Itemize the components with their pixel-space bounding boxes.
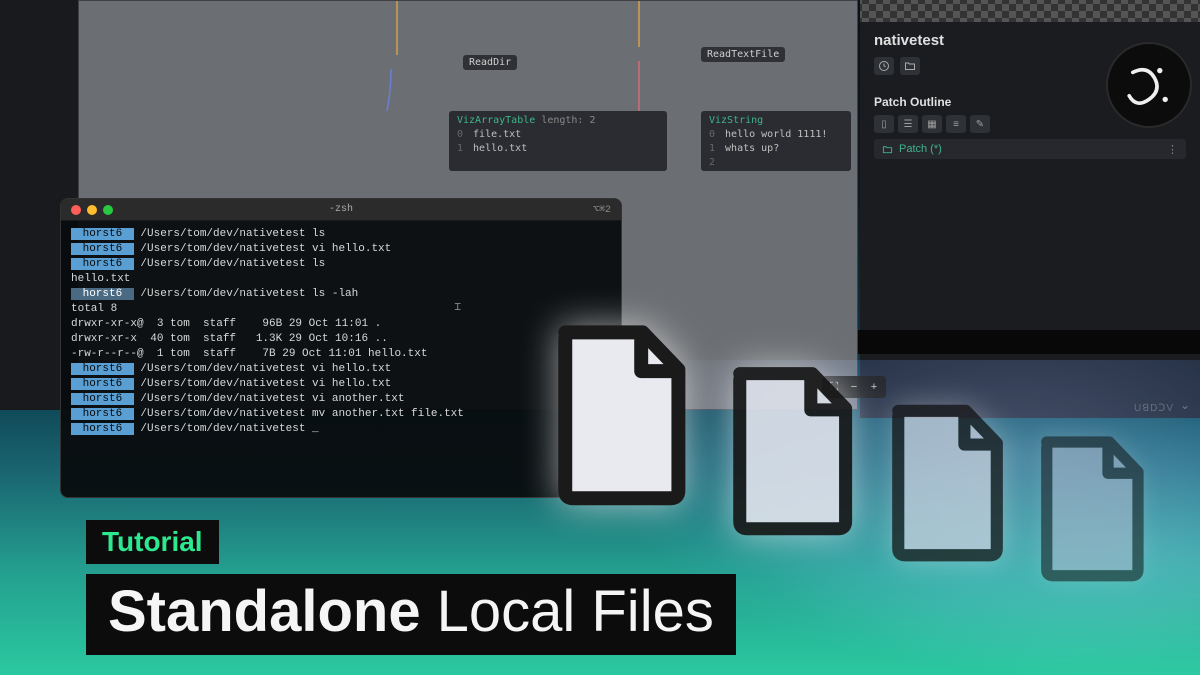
terminal-shortcut: ⌥⌘2 [593, 204, 611, 216]
host-tag: horst6 [71, 363, 134, 375]
outline-grid-icon[interactable]: ▦ [922, 115, 942, 133]
terminal-line: horst6 /Users/tom/dev/nativetest vi hell… [71, 377, 611, 392]
host-tag: horst6 [71, 393, 134, 405]
text-cursor-icon: ⌶ [454, 301, 461, 316]
folder-icon [882, 144, 893, 155]
terminal-line: horst6 /Users/tom/dev/nativetest _ [71, 422, 611, 437]
terminal-line: horst6 /Users/tom/dev/nativetest vi anot… [71, 392, 611, 407]
row-idx: 0 [709, 129, 715, 140]
terminal-body[interactable]: ⌶ horst6 /Users/tom/dev/nativetest ls ho… [61, 221, 621, 443]
title-bold: Standalone [108, 578, 421, 645]
app-logo [1106, 42, 1192, 128]
terminal-line: total 8 [71, 302, 611, 317]
host-tag: horst6 [71, 378, 134, 390]
file-icon [542, 320, 697, 506]
more-icon[interactable]: ⋮ [1167, 143, 1178, 156]
patch-label: Patch (*) [899, 143, 942, 155]
history-icon[interactable] [874, 57, 894, 75]
outline-edit-icon[interactable]: ✎ [970, 115, 990, 133]
row-idx: 2 [709, 157, 715, 168]
host-tag: horst6 [71, 243, 134, 255]
command-text: /Users/tom/dev/nativetest vi hello.txt [134, 378, 391, 390]
row-idx: 1 [457, 143, 463, 154]
terminal-line: -rw-r--r--@ 1 tom staff 7B 29 Oct 11:01 … [71, 347, 611, 362]
transparency-checker [860, 0, 1200, 22]
host-tag: horst6 [71, 423, 134, 435]
terminal-titlebar[interactable]: -zsh ⌥⌘2 [61, 199, 621, 221]
command-text: /Users/tom/dev/nativetest vi another.txt [134, 393, 405, 405]
patch-row[interactable]: Patch (*) ⋮ [874, 139, 1186, 159]
command-text: /Users/tom/dev/nativetest ls [134, 258, 325, 270]
title-light: Local Files [437, 578, 714, 645]
outline-tree-icon[interactable]: ☰ [898, 115, 918, 133]
viz-header-label: VizArrayTable [457, 115, 535, 126]
node-label: ReadTextFile [707, 49, 779, 60]
node-readtextfile[interactable]: ReadTextFile [701, 47, 785, 62]
file-icon [1028, 432, 1153, 582]
command-text: /Users/tom/dev/nativetest vi hello.txt [134, 363, 391, 375]
host-tag: horst6 [71, 228, 134, 240]
command-text: /Users/tom/dev/nativetest mv another.txt… [134, 408, 464, 420]
command-text: /Users/tom/dev/nativetest ls [134, 228, 325, 240]
outline-list-icon[interactable]: ≡ [946, 115, 966, 133]
terminal-title: -zsh [329, 204, 353, 215]
close-button[interactable] [71, 205, 81, 215]
terminal-line: horst6 /Users/tom/dev/nativetest vi hell… [71, 362, 611, 377]
node-readdir[interactable]: ReadDir [463, 55, 517, 70]
host-tag: horst6 [71, 258, 134, 270]
terminal-line: horst6 /Users/tom/dev/nativetest ls [71, 227, 611, 242]
terminal-line: horst6 /Users/tom/dev/nativetest ls -lah [71, 287, 611, 302]
maximize-button[interactable] [103, 205, 113, 215]
file-icon [718, 362, 863, 536]
node-label: ReadDir [469, 57, 511, 68]
minimize-button[interactable] [87, 205, 97, 215]
outline-bookmark-icon[interactable]: ▯ [874, 115, 894, 133]
main-title: Standalone Local Files [86, 574, 736, 655]
row-val: file.txt [473, 129, 521, 140]
row-idx: 1 [709, 143, 715, 154]
host-tag: horst6 [71, 288, 134, 300]
file-icon [878, 400, 1013, 562]
folder-icon[interactable] [900, 57, 920, 75]
zoom-in-button[interactable]: + [865, 379, 883, 395]
viz-header-label: VizString [709, 115, 763, 126]
command-text: /Users/tom/dev/nativetest _ [134, 423, 319, 435]
terminal-line: horst6 /Users/tom/dev/nativetest ls [71, 257, 611, 272]
tutorial-tag: Tutorial [86, 520, 219, 564]
viz-array-table[interactable]: VizArrayTable length: 2 0 file.txt 1 hello… [449, 111, 667, 171]
terminal-line: horst6 /Users/tom/dev/nativetest vi hell… [71, 242, 611, 257]
row-val: hello.txt [473, 143, 527, 154]
terminal-line: horst6 /Users/tom/dev/nativetest mv anot… [71, 407, 611, 422]
row-idx: 0 [457, 129, 463, 140]
terminal-line: drwxr-xr-x@ 3 tom staff 96B 29 Oct 11:01… [71, 317, 611, 332]
row-val: hello world 1111! [725, 129, 827, 140]
side-black-strip [858, 330, 1200, 354]
command-text: /Users/tom/dev/nativetest ls -lah [134, 288, 358, 300]
terminal-line: hello.txt [71, 272, 611, 287]
terminal-window[interactable]: -zsh ⌥⌘2 ⌶ horst6 /Users/tom/dev/nativet… [60, 198, 622, 498]
row-val: whats up? [725, 143, 779, 154]
viz-length: length: 2 [541, 115, 595, 126]
terminal-line: drwxr-xr-x 40 tom staff 1.3K 29 Oct 10:1… [71, 332, 611, 347]
command-text: /Users/tom/dev/nativetest vi hello.txt [134, 243, 391, 255]
viz-string[interactable]: VizString 0hello world 1111! 1whats up? … [701, 111, 851, 171]
host-tag: horst6 [71, 408, 134, 420]
